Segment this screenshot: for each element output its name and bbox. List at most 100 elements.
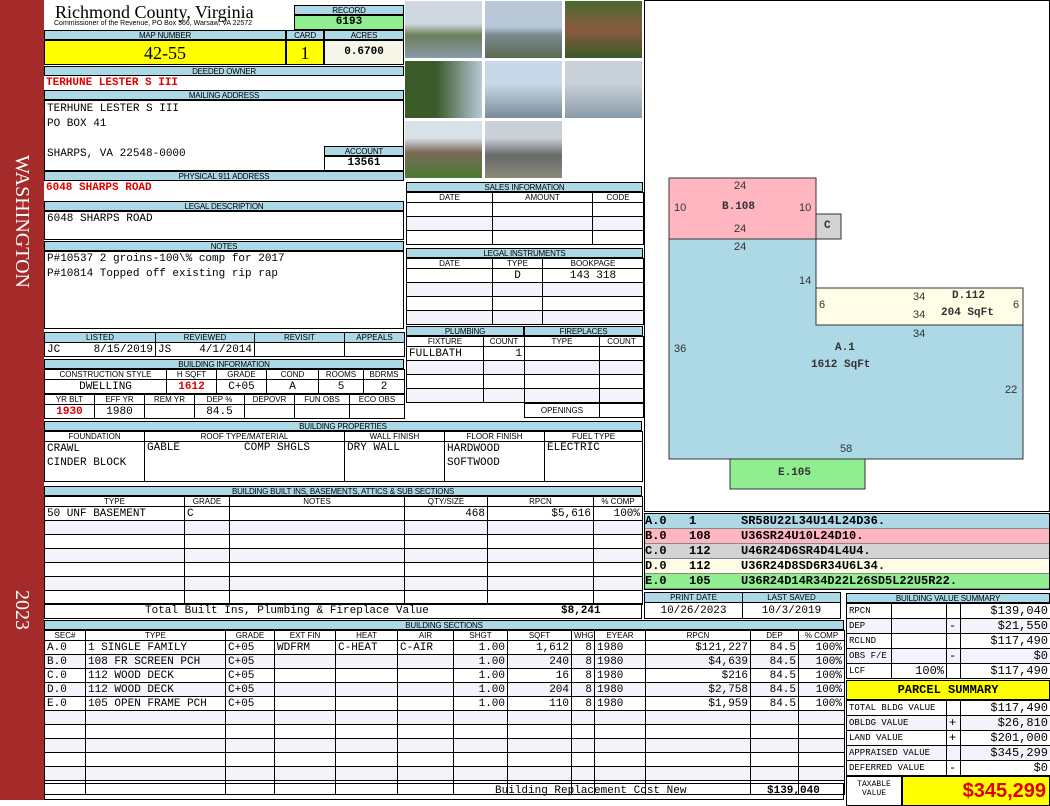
sections-total-row: Building Replacement Cost New $139,040: [44, 783, 844, 800]
cell: 468: [405, 507, 488, 521]
legend-row[interactable]: C.0112U46R24D6SR4D4L4U4.: [645, 544, 1049, 559]
sketch-drawing: [645, 1, 1050, 513]
property-photo[interactable]: [404, 120, 483, 179]
property-photo[interactable]: [564, 60, 643, 119]
fuel-type: ELECTRIC: [545, 442, 643, 482]
cell: LAND VALUE: [847, 731, 947, 746]
cell: $201,000: [961, 731, 1050, 746]
legal-description-label: LEGAL DESCRIPTION: [44, 201, 404, 211]
property-photo[interactable]: [484, 60, 563, 119]
legal-description: 6048 SHARPS ROAD: [47, 213, 153, 225]
cell: $0: [961, 649, 1050, 664]
plumbing-row: FULLBATH1: [407, 347, 525, 361]
cell: [407, 283, 493, 297]
print-date: 10/26/2023: [645, 603, 743, 619]
sections-header: EYEAR: [595, 631, 646, 641]
cell: [595, 711, 646, 725]
cell: 1980: [595, 683, 646, 697]
cell: 1980: [595, 655, 646, 669]
cell: [594, 563, 643, 577]
property-photo[interactable]: [404, 0, 483, 59]
section-row: E.0105 OPEN FRAME PCHC+051.0011081980$1,…: [45, 697, 845, 711]
cell: [799, 711, 845, 725]
cell: $1,959: [646, 697, 751, 711]
building-info-header: EFF YR: [95, 395, 145, 405]
sketch-area: 24 B.108 10 10 24 C 24 14 6 34 D.112 34 …: [644, 0, 1050, 512]
property-photo[interactable]: [404, 60, 483, 119]
floor-2: SOFTWOOD: [447, 456, 542, 470]
cell: LCF: [847, 664, 892, 679]
property-photo[interactable]: [564, 0, 643, 59]
cell: 50 UNF BASEMENT: [45, 507, 185, 521]
cell: 100%: [799, 669, 845, 683]
value-summary-title: BUILDING VALUE SUMMARY: [846, 593, 1050, 603]
cell: [336, 683, 398, 697]
cell: TOTAL BLDG VALUE: [847, 701, 947, 716]
cell: $117,490: [961, 634, 1050, 649]
property-photo[interactable]: [484, 120, 563, 179]
legend-row[interactable]: A.01SR58U22L34U14L24D36.: [645, 514, 1049, 529]
acres-value: 0.6700: [324, 40, 404, 65]
building-info-value: 84.5: [195, 405, 245, 419]
building-info-value: [350, 405, 405, 419]
roof-type: GABLE: [147, 442, 180, 454]
dim-label: 34: [913, 309, 925, 321]
cell: E.0: [45, 697, 86, 711]
dim-label: 36: [674, 343, 686, 355]
building-info-row: DWELLING1612C+05A52: [45, 380, 405, 394]
cell: 1980: [595, 641, 646, 655]
property-photo[interactable]: [484, 0, 563, 59]
cell: [45, 767, 86, 781]
cell: $4,639: [646, 655, 751, 669]
dim-label: 24: [734, 223, 746, 235]
fireplaces-header: TYPE: [525, 337, 600, 347]
cell: 1980: [595, 669, 646, 683]
cell: [751, 753, 799, 767]
cell: 100%: [892, 664, 947, 679]
mailing-line1: TERHUNE LESTER S III: [47, 103, 179, 115]
building-info-value: 1612: [167, 380, 217, 394]
cell: [593, 217, 644, 231]
building-info-header: FUN OBS: [295, 395, 350, 405]
physical-address-label: PHYSICAL 911 ADDRESS: [44, 171, 404, 181]
cell: [336, 697, 398, 711]
cell: [45, 725, 86, 739]
cell: [493, 231, 593, 245]
cell: [336, 739, 398, 753]
plumbing-title: PLUMBING: [406, 326, 524, 336]
cell: [45, 521, 185, 535]
cell: 1.00: [454, 655, 508, 669]
section-row: A.01 SINGLE FAMILYC+05WDFRMC-HEATC-AIR1.…: [45, 641, 845, 655]
cell: [892, 649, 947, 664]
dim-label: 58: [840, 443, 852, 455]
legend-path: U36R24D14R34D22L26SD5L22U5R22.: [741, 574, 957, 589]
cell: [398, 697, 454, 711]
legend-path: U36R24D8SD6R34U6L34.: [741, 559, 885, 574]
cell: [892, 604, 947, 619]
taxable-value: $345,299: [902, 776, 1050, 806]
cell: [508, 711, 572, 725]
building-info-header: YR BLT: [45, 395, 95, 405]
legend-row[interactable]: E.0105U36R24D14R34D22L26SD5L22U5R22.: [645, 574, 1049, 589]
cell: [407, 269, 493, 283]
cell: [454, 767, 508, 781]
legend-row[interactable]: D.0112U36R24D8SD6R34U6L34.: [645, 559, 1049, 574]
built-ins-header: % COMP: [594, 497, 643, 507]
built-ins-row: [45, 577, 643, 591]
cell: [892, 634, 947, 649]
district-label: WASHINGTON: [10, 155, 33, 288]
cell: [86, 767, 226, 781]
sales-row: [407, 231, 644, 245]
section-row: C.0112 WOOD DECKC+051.001681980$21684.51…: [45, 669, 845, 683]
legend-code: 105: [689, 574, 711, 589]
cell: [594, 535, 643, 549]
sales-header: DATE: [407, 193, 493, 203]
cell: 240: [508, 655, 572, 669]
cell: [593, 203, 644, 217]
legend-row[interactable]: B.0108U36SR24U10L24D10.: [645, 529, 1049, 544]
built-ins-header: TYPE: [45, 497, 185, 507]
wall-finish: DRY WALL: [345, 442, 445, 482]
cell: [488, 521, 594, 535]
cell: 204: [508, 683, 572, 697]
cell: +: [947, 716, 961, 731]
